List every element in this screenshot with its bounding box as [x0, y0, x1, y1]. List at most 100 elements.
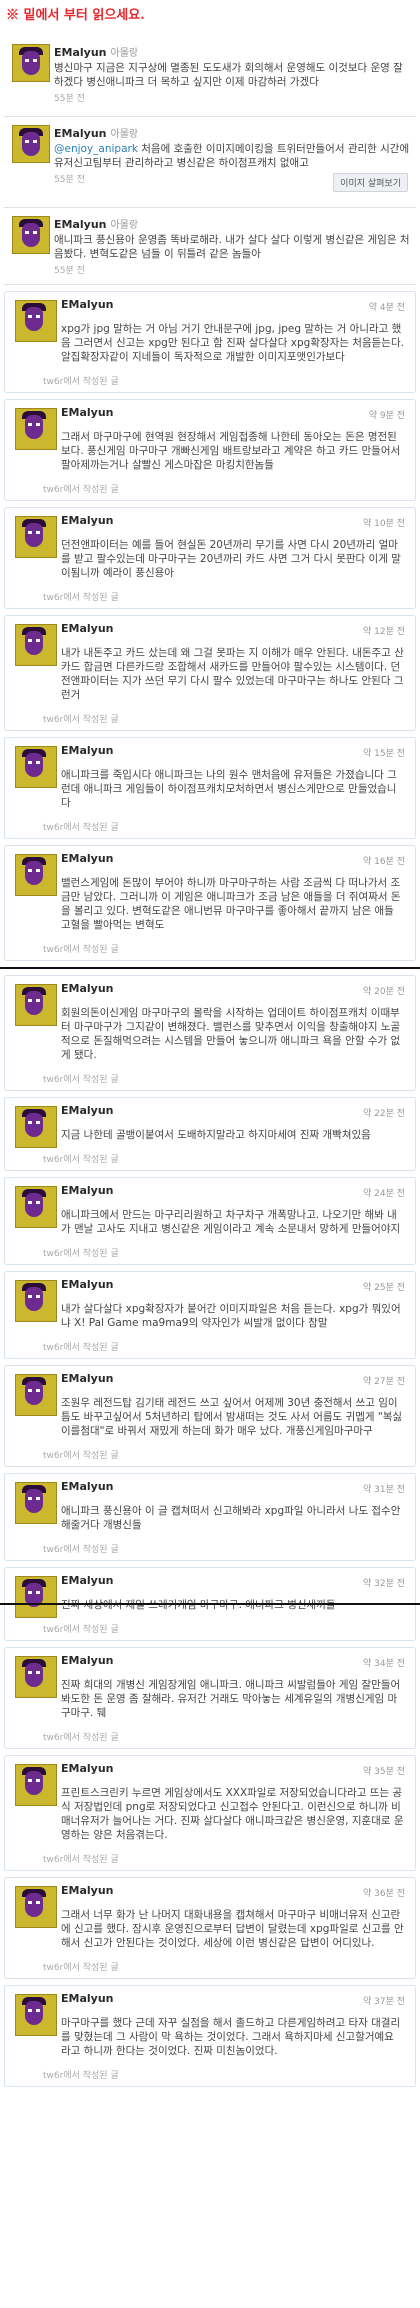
tweet-author[interactable]: EMalyun 아몰랑 [54, 125, 410, 140]
tweet-author[interactable]: EMalyun [61, 1884, 407, 1898]
tweet-text: @enjoy_anipark 처음에 호출한 이미지메이킹을 트위터만들어서 관… [54, 142, 410, 170]
tweet-time[interactable]: 약 37분 전 [363, 1994, 405, 2007]
tweet-time[interactable]: 약 12분 전 [363, 624, 405, 637]
tweet-author[interactable]: EMalyun [61, 982, 407, 996]
tweet-time[interactable]: 약 15분 전 [363, 746, 405, 759]
tweet-author[interactable]: EMalyun [61, 1992, 407, 2006]
header-banner: ※ 밑에서 부터 읽으세요. [0, 0, 420, 36]
tweet-author[interactable]: EMalyun 아몰랑 [54, 216, 410, 231]
user-avatar[interactable] [15, 1482, 57, 1524]
tweet-card: EMalyun 약 34분 전 진짜 희대의 개병신 게임장게임 애니파크. 애니파… [4, 1647, 416, 1749]
user-avatar[interactable] [15, 1576, 57, 1618]
tweet-time: 55분 전 [54, 94, 85, 104]
user-avatar[interactable] [15, 746, 57, 788]
separator-line [0, 1603, 420, 1605]
tweet-source: 아몰랑 [110, 129, 139, 140]
tweet-card: EMalyun 약 20분 전 회원의돈이신게임 마구마구의 몰락을 시작하는 업데… [4, 975, 416, 1091]
tweet-time[interactable]: 약 34분 전 [363, 1656, 405, 1669]
tweet-time[interactable]: 약 32분 전 [363, 1576, 405, 1589]
user-avatar[interactable] [15, 1106, 57, 1148]
tweet-card: EMalyun 약 12분 전 내가 내돈주고 카드 샀는데 왜 그걸 못파는 지 … [4, 615, 416, 731]
user-avatar[interactable] [15, 984, 57, 1026]
separator-line [0, 967, 420, 969]
tweet-author[interactable]: EMalyun [61, 1654, 407, 1668]
user-avatar[interactable] [15, 1886, 57, 1928]
user-avatar[interactable] [12, 125, 50, 163]
tweet-card: EMalyun 약 16분 전 밸런스게임에 돈많이 부어야 하니까 마구마구하는 … [4, 845, 416, 961]
tweet-card: EMalyun 약 15분 전 애니파크를 죽입시다 애니파크는 나의 원수 맨처음… [4, 737, 416, 839]
tweet-time[interactable]: 약 35분 전 [363, 1764, 405, 1777]
tweet-time[interactable]: 약 22분 전 [363, 1106, 405, 1119]
tweet-card: EMalyun 약 27분 전 조원우 레전드탑 김기태 레전드 쓰고 싶어서 어제… [4, 1365, 416, 1467]
view-image-button[interactable]: 이미지 살펴보기 [333, 173, 408, 192]
user-avatar[interactable] [15, 624, 57, 666]
tweet-time[interactable]: 약 16분 전 [363, 854, 405, 867]
tweet-author[interactable]: EMalyun [61, 1762, 407, 1776]
tweet-source: tw6r에서 작성된 글 [43, 377, 119, 387]
tweet-source: tw6r에서 작성된 글 [43, 1451, 119, 1461]
tweet-card: EMalyun 약 10분 전 던전앤파이터는 예를 들어 현실돈 20년까리 무기… [4, 507, 416, 609]
tweet-author[interactable]: EMalyun [61, 406, 407, 420]
tweet-time[interactable]: 약 31분 전 [363, 1482, 405, 1495]
tweet-source: tw6r에서 작성된 글 [43, 1733, 119, 1743]
tweet-source: tw6r에서 작성된 글 [43, 1249, 119, 1259]
user-avatar[interactable] [15, 1994, 57, 2036]
user-avatar[interactable] [12, 44, 50, 82]
user-avatar[interactable] [15, 300, 57, 342]
tweet-time[interactable]: 약 4분 전 [369, 300, 405, 313]
recent-tweet: EMalyun 아몰랑 병신마구 지금은 지구상에 멸종된 도도새가 회의해서 운… [4, 36, 416, 117]
user-avatar[interactable] [15, 1280, 57, 1322]
recent-tweet-list: EMalyun 아몰랑 병신마구 지금은 지구상에 멸종된 도도새가 회의해서 운… [0, 36, 420, 285]
tweet-author[interactable]: EMalyun [61, 622, 407, 636]
tweet-author[interactable]: EMalyun 아몰랑 [54, 44, 410, 59]
tweet-card: EMalyun 약 25분 전 내가 살다살다 xpg확장자가 붙어간 이미지파일은… [4, 1271, 416, 1359]
user-avatar[interactable] [15, 1374, 57, 1416]
tweet-time[interactable]: 약 9분 전 [369, 408, 405, 421]
tweet-source: tw6r에서 작성된 글 [43, 1963, 119, 1973]
tweet-time[interactable]: 약 27분 전 [363, 1374, 405, 1387]
tweet-author[interactable]: EMalyun [61, 514, 407, 528]
tweet-card: EMalyun 약 37분 전 마구마구를 했다 근데 자꾸 실점을 해서 졸드하고… [4, 1985, 416, 2087]
tweet-source: tw6r에서 작성된 글 [43, 1343, 119, 1353]
tweet-author[interactable]: EMalyun [61, 1184, 407, 1198]
tweet-time[interactable]: 약 24분 전 [363, 1186, 405, 1199]
tweet-source: tw6r에서 작성된 글 [43, 715, 119, 725]
tweet-card: EMalyun 약 22분 전 지금 나한테 골뱅이붙여서 도배하지말라고 하지마세… [4, 1097, 416, 1171]
tweet-text: 애니파크 풍신용아 운영좀 똑바로해라. 내가 살다 살다 이렇게 병신같은 게… [54, 234, 410, 260]
tweet-time: 55분 전 [54, 266, 85, 276]
tweet-time[interactable]: 약 25분 전 [363, 1280, 405, 1293]
tweet-author[interactable]: EMalyun [61, 1104, 407, 1118]
tweet-source: tw6r에서 작성된 글 [43, 823, 119, 833]
tweet-author[interactable]: EMalyun [61, 298, 407, 312]
tweet-source: tw6r에서 작성된 글 [43, 2071, 119, 2081]
recent-tweet: EMalyun 아몰랑 @enjoy_anipark 처음에 호출한 이미지메이킹… [4, 117, 416, 208]
recent-tweet: EMalyun 아몰랑 애니파크 풍신용아 운영좀 똑바로해라. 내가 살다 살다… [4, 208, 416, 285]
tweet-card: EMalyun 약 24분 전 애니파크에서 만드는 마구리리원하고 차구차구 개폭… [4, 1177, 416, 1265]
tweet-card: EMalyun 약 36분 전 그래서 너무 화가 난 나머지 대화내용을 캡쳐해서… [4, 1877, 416, 1979]
tweet-source: tw6r에서 작성된 글 [43, 945, 119, 955]
tweet-author[interactable]: EMalyun [61, 744, 407, 758]
tweet-author[interactable]: EMalyun [61, 852, 407, 866]
tweet-source: 아몰랑 [110, 220, 139, 231]
tweet-source: tw6r에서 작성된 글 [43, 1075, 119, 1085]
mention-link[interactable]: @enjoy_anipark [54, 143, 138, 155]
user-avatar[interactable] [15, 1764, 57, 1806]
user-avatar[interactable] [15, 1656, 57, 1698]
tweet-source: tw6r에서 작성된 글 [43, 1855, 119, 1865]
tweet-time[interactable]: 약 10분 전 [363, 516, 405, 529]
user-avatar[interactable] [15, 408, 57, 450]
tweet-author[interactable]: EMalyun [61, 1574, 407, 1588]
tweet-source: tw6r에서 작성된 글 [43, 485, 119, 495]
tweet-timeline: EMalyun 약 4분 전 xpg가 jpg 말하는 거 아님 거기 안내문구에 … [0, 291, 420, 2087]
tweet-author[interactable]: EMalyun [61, 1372, 407, 1386]
tweet-author[interactable]: EMalyun [61, 1278, 407, 1292]
user-avatar[interactable] [15, 1186, 57, 1228]
tweet-card: EMalyun 약 31분 전 애니파크 풍신용아 이 글 캡쳐떠서 신고해봐라 x… [4, 1473, 416, 1561]
user-avatar[interactable] [15, 516, 57, 558]
tweet-time[interactable]: 약 20분 전 [363, 984, 405, 997]
user-avatar[interactable] [12, 216, 50, 254]
tweet-author[interactable]: EMalyun [61, 1480, 407, 1494]
user-avatar[interactable] [15, 854, 57, 896]
tweet-time[interactable]: 약 36분 전 [363, 1886, 405, 1899]
tweet-card: EMalyun 약 4분 전 xpg가 jpg 말하는 거 아님 거기 안내문구에 … [4, 291, 416, 393]
